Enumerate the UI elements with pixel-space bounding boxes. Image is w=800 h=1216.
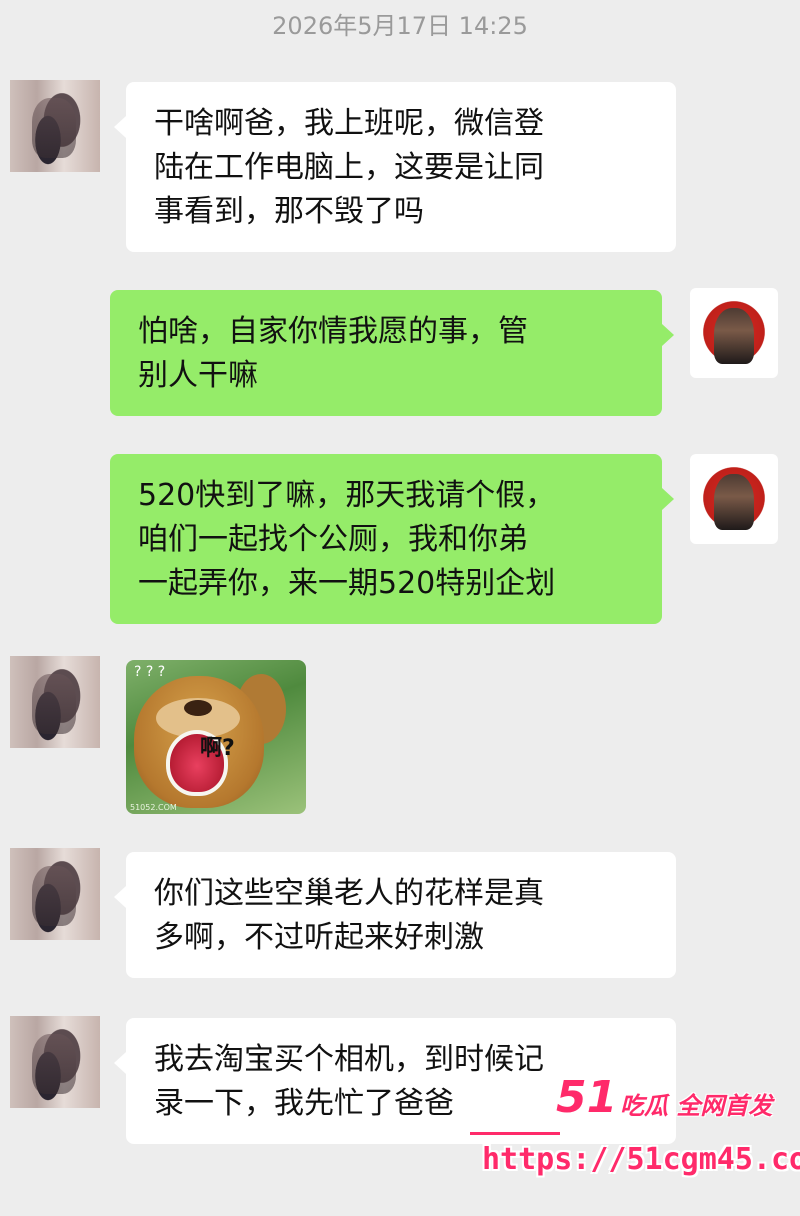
watermark-logo-text: 吃瓜 全网首发 [620,1092,773,1120]
watermark-url: https://51cgm45.com [482,1142,800,1177]
message-bubble-outgoing[interactable]: 520快到了嘛，那天我请个假， 咱们一起找个公厕，我和你弟 一起弄你，来一期52… [110,454,674,624]
watermark-line [470,1132,560,1135]
avatar-contact[interactable] [10,1016,100,1108]
sticker-question-marks: ? ? ? [134,664,166,680]
avatar-self[interactable] [690,454,778,544]
avatar-contact[interactable] [10,80,100,172]
avatar-contact[interactable] [10,656,100,748]
sticker-caption: 啊? [200,736,235,761]
message-bubble-incoming[interactable]: 干啥啊爸，我上班呢，微信登 陆在工作电脑上，这要是让同 事看到，那不毁了吗 [114,82,676,252]
chat-timestamp: 2026年5月17日 14:25 [272,12,528,40]
avatar-self[interactable] [690,288,778,378]
sticker-bear-nose [184,700,212,716]
message-bubble-outgoing[interactable]: 怕啥，自家你情我愿的事，管 别人干嘛 [110,290,674,416]
site-watermark: 51 吃瓜 全网首发 https://51cgm45.com [470,1072,800,1192]
avatar-contact[interactable] [10,848,100,940]
message-bubble-incoming[interactable]: 你们这些空巢老人的花样是真 多啊，不过听起来好刺激 [114,852,676,978]
watermark-logo-number: 51 [556,1072,618,1123]
sticker-message[interactable]: ? ? ? 啊? 51052.COM [126,660,306,814]
sticker-watermark: 51052.COM [130,803,177,812]
